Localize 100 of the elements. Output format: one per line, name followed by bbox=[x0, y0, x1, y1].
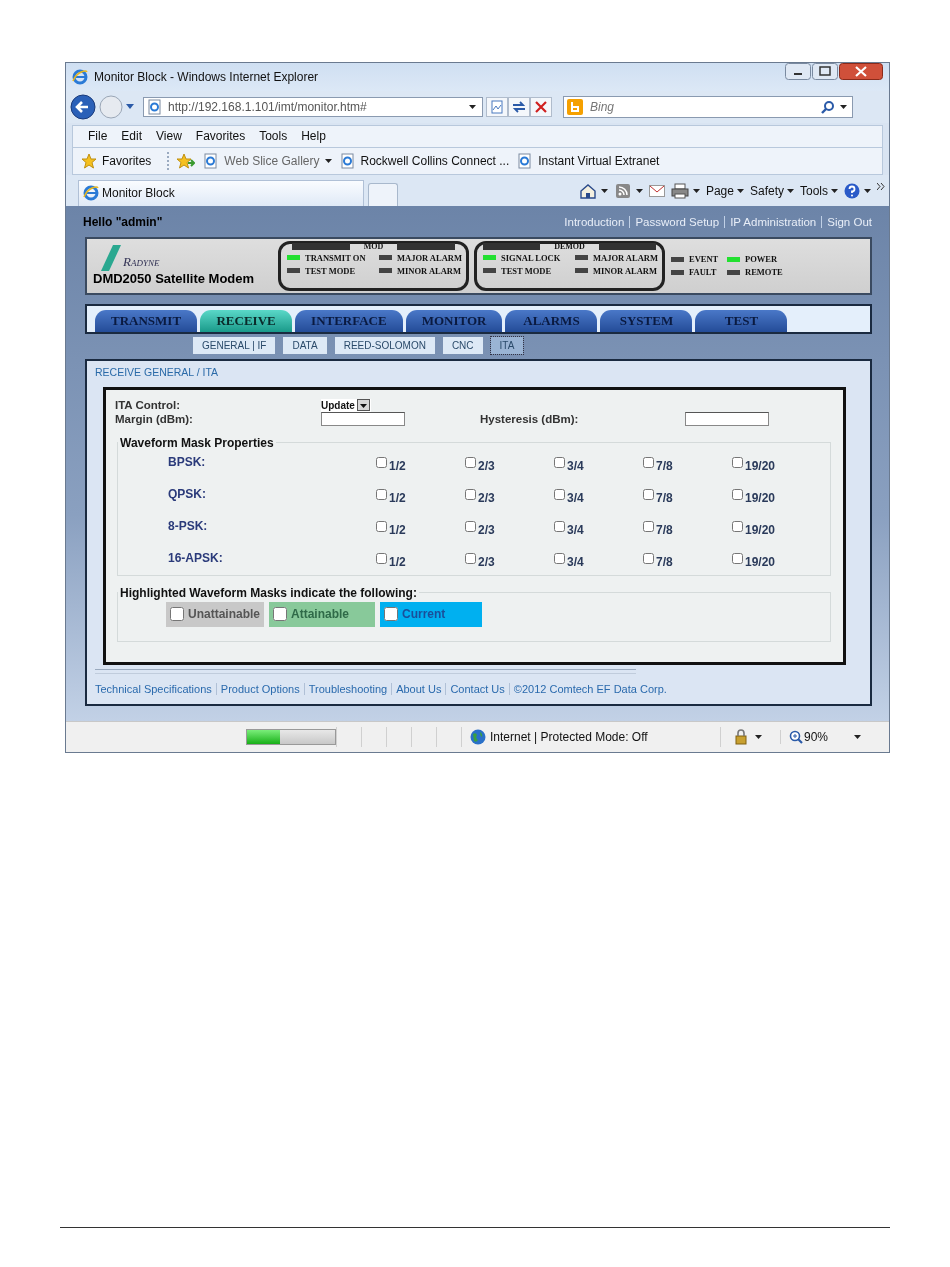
checkbox[interactable] bbox=[384, 607, 398, 622]
checkbox-label: 2/3 bbox=[478, 491, 495, 505]
caret-icon[interactable] bbox=[469, 104, 476, 109]
caret-icon[interactable] bbox=[736, 188, 744, 193]
caret-icon[interactable] bbox=[324, 159, 332, 164]
home-icon[interactable] bbox=[578, 182, 597, 199]
url-text[interactable]: http://192.168.1.101/imt/monitor.htm# bbox=[168, 99, 367, 114]
checkbox[interactable] bbox=[376, 521, 387, 533]
checkbox[interactable] bbox=[732, 553, 743, 565]
favorite-link[interactable]: Rockwell Collins Connect ... bbox=[339, 153, 510, 170]
favorite-link[interactable]: Web Slice Gallery bbox=[203, 153, 332, 170]
print-icon[interactable] bbox=[670, 182, 689, 199]
sub-tab[interactable]: REED-SOLOMON bbox=[334, 337, 435, 354]
zoom-level[interactable]: 90% bbox=[804, 730, 829, 745]
command-label[interactable]: Page bbox=[705, 183, 734, 198]
checkbox[interactable] bbox=[732, 489, 743, 501]
checkbox[interactable] bbox=[554, 457, 565, 469]
favorite-link-label[interactable]: Web Slice Gallery bbox=[224, 154, 320, 169]
chevron-icon[interactable] bbox=[877, 182, 885, 190]
checkbox[interactable] bbox=[643, 553, 654, 565]
footer-link[interactable]: About Us bbox=[391, 683, 446, 695]
add-favorite-icon[interactable] bbox=[177, 153, 196, 170]
caret-icon[interactable] bbox=[864, 188, 871, 193]
caret-icon[interactable] bbox=[840, 104, 847, 109]
footer-link[interactable]: Contact Us bbox=[445, 683, 509, 695]
browser-tab[interactable]: Monitor Block bbox=[78, 180, 364, 206]
sub-tab[interactable]: ITA bbox=[490, 337, 524, 354]
back-icon[interactable] bbox=[70, 93, 96, 120]
led-label: TRANSMIT ON bbox=[305, 253, 366, 263]
input-field[interactable] bbox=[685, 412, 769, 426]
checkbox[interactable] bbox=[554, 553, 565, 565]
sub-tab[interactable]: GENERAL | IF bbox=[193, 337, 276, 354]
caret-icon[interactable] bbox=[692, 188, 700, 193]
favorite-link-label[interactable]: Rockwell Collins Connect ... bbox=[360, 154, 510, 169]
command-label[interactable]: Tools bbox=[800, 183, 828, 198]
menu-item[interactable]: Tools bbox=[252, 129, 295, 144]
nav-tab[interactable]: RECEIVE bbox=[200, 310, 293, 332]
help-icon[interactable] bbox=[844, 182, 860, 199]
sub-tab[interactable]: DATA bbox=[283, 337, 327, 354]
checkbox[interactable] bbox=[376, 553, 387, 565]
command-menu[interactable]: Safety bbox=[749, 183, 794, 198]
checkbox-label: 19/20 bbox=[745, 491, 776, 505]
checkbox[interactable] bbox=[465, 489, 476, 501]
checkbox[interactable] bbox=[643, 457, 654, 469]
dropdown[interactable]: Update bbox=[321, 399, 371, 412]
window-title: Monitor Block - Windows Internet Explorer bbox=[94, 69, 319, 84]
checkbox[interactable] bbox=[732, 457, 743, 469]
search-icon[interactable] bbox=[821, 99, 835, 114]
maximize-icon[interactable] bbox=[812, 63, 838, 80]
checkbox[interactable] bbox=[376, 457, 387, 469]
zoom-control[interactable]: 90% bbox=[780, 730, 829, 745]
caret-icon[interactable] bbox=[854, 735, 862, 740]
checkbox[interactable] bbox=[732, 521, 743, 533]
lock-icon[interactable] bbox=[733, 729, 749, 746]
menu-item[interactable]: Edit bbox=[114, 129, 150, 144]
command-label[interactable]: Safety bbox=[749, 183, 784, 198]
checkbox[interactable] bbox=[376, 489, 387, 501]
tab-title[interactable]: Monitor Block bbox=[102, 186, 175, 201]
command-menu[interactable]: Page bbox=[705, 183, 744, 198]
caret-icon[interactable] bbox=[600, 188, 608, 193]
checkbox-label: 19/20 bbox=[745, 459, 776, 473]
caret-icon[interactable] bbox=[787, 188, 794, 193]
checkbox[interactable] bbox=[273, 607, 287, 622]
menu-item[interactable]: File bbox=[81, 129, 115, 144]
footer-link[interactable]: Troubleshooting bbox=[303, 683, 392, 695]
refresh-icon[interactable] bbox=[508, 96, 530, 117]
dropdown-value[interactable]: Update bbox=[321, 400, 355, 411]
checkbox[interactable] bbox=[465, 457, 476, 469]
checkbox-label: 7/8 bbox=[656, 459, 673, 473]
checkbox[interactable] bbox=[643, 489, 654, 501]
input-field[interactable] bbox=[321, 412, 405, 426]
checkbox[interactable] bbox=[643, 521, 654, 533]
menu-item[interactable]: View bbox=[149, 129, 189, 144]
command-menu[interactable]: Tools bbox=[800, 183, 838, 198]
checkbox[interactable] bbox=[170, 607, 184, 622]
close-icon[interactable] bbox=[839, 63, 883, 80]
favorite-link-label[interactable]: Instant Virtual Extranet bbox=[538, 154, 660, 169]
minimize-icon[interactable] bbox=[785, 63, 811, 80]
mail-icon[interactable] bbox=[648, 184, 665, 197]
search-bar[interactable]: Bing bbox=[563, 95, 853, 118]
sub-tab[interactable]: CNC bbox=[442, 337, 483, 354]
caret-icon[interactable] bbox=[755, 735, 762, 740]
menu-item[interactable]: Help bbox=[294, 129, 333, 144]
footer-link[interactable]: Technical Specifications bbox=[95, 683, 216, 695]
stop-icon[interactable] bbox=[530, 96, 552, 117]
checkbox-label: 2/3 bbox=[478, 459, 495, 473]
footer-link[interactable]: Product Options bbox=[215, 683, 304, 695]
address-field[interactable]: http://192.168.1.101/imt/monitor.htm# bbox=[143, 96, 483, 117]
compatibility-icon[interactable] bbox=[486, 96, 508, 117]
caret-icon[interactable] bbox=[635, 188, 643, 193]
checkbox[interactable] bbox=[554, 489, 565, 501]
checkbox-label: 7/8 bbox=[656, 523, 673, 537]
section-title: Highlighted Waveform Masks indicate the following: bbox=[119, 586, 418, 600]
favorite-link[interactable]: Instant Virtual Extranet bbox=[517, 153, 660, 170]
checkbox[interactable] bbox=[554, 521, 565, 533]
checkbox[interactable] bbox=[465, 521, 476, 533]
checkbox[interactable] bbox=[465, 553, 476, 565]
caret-icon[interactable] bbox=[831, 188, 838, 193]
menu-item[interactable]: Favorites bbox=[188, 129, 253, 144]
favorites-button[interactable]: Favorites bbox=[81, 153, 160, 170]
